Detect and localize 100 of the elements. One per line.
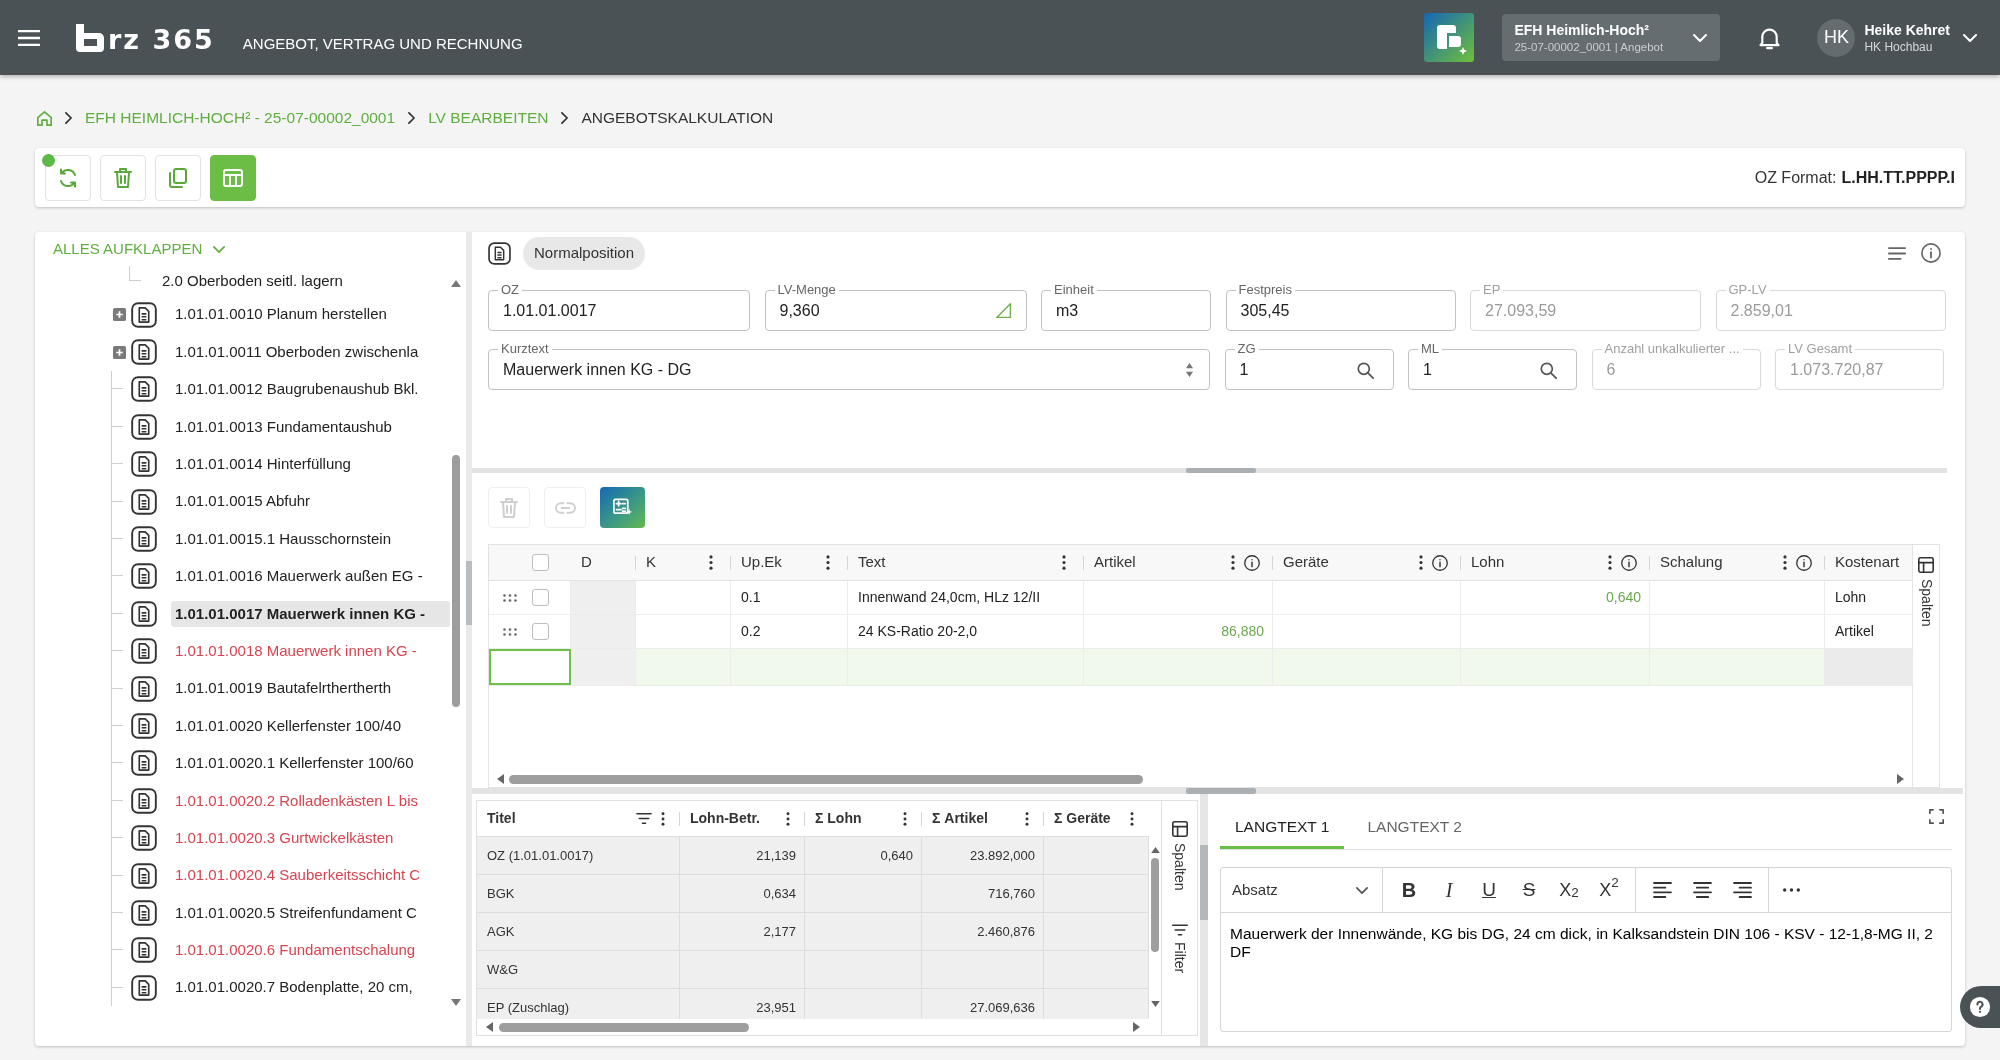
- triangle-icon[interactable]: [995, 303, 1012, 319]
- tab[interactable]: LANGTEXT 1: [1220, 807, 1345, 849]
- column-header[interactable]: Σ Artikel: [932, 808, 988, 829]
- input-field[interactable]: Festpreis 305,45: [1225, 282, 1456, 331]
- column-header[interactable]: D: [581, 551, 592, 574]
- column-header[interactable]: Artikel: [1094, 551, 1136, 574]
- info-icon[interactable]: [1244, 554, 1260, 571]
- resize-handle[interactable]: [1186, 468, 1256, 473]
- scroll-right-icon[interactable]: [1133, 1022, 1140, 1032]
- spinner-arrows-icon[interactable]: [1185, 362, 1194, 378]
- superscript-button[interactable]: X$^{2}$: [1589, 873, 1629, 907]
- kebab-menu-icon[interactable]: [1130, 811, 1134, 826]
- expand-icon[interactable]: [113, 308, 126, 322]
- scroll-up-icon[interactable]: [450, 280, 461, 287]
- input-field[interactable]: ML 1: [1408, 341, 1577, 390]
- search-icon[interactable]: [1356, 361, 1374, 379]
- scrollbar-thumb[interactable]: [451, 455, 460, 707]
- filter-tab[interactable]: Filter: [1169, 924, 1190, 974]
- tab[interactable]: LANGTEXT 2: [1352, 807, 1477, 849]
- expand-icon[interactable]: [113, 345, 126, 359]
- kebab-menu-icon[interactable]: [786, 811, 790, 826]
- scrollbar-thumb[interactable]: [509, 774, 1143, 784]
- tree-item[interactable]: 2.0 Oberboden seitl. lagern: [158, 267, 450, 295]
- kebab-menu-icon[interactable]: [661, 811, 665, 826]
- kebab-menu-icon[interactable]: [903, 811, 907, 826]
- scrollbar-thumb[interactable]: [1151, 858, 1159, 952]
- input-field[interactable]: Kurztext Mauerwerk innen KG - DG: [488, 341, 1210, 390]
- column-header[interactable]: Geräte: [1283, 551, 1329, 574]
- underline-button[interactable]: U: [1469, 873, 1509, 907]
- scrollbar-thumb[interactable]: [499, 1022, 749, 1032]
- tree-item[interactable]: 1.01.01.0010 Planum herstellen: [171, 301, 450, 328]
- kebab-menu-icon[interactable]: [1062, 555, 1066, 570]
- kebab-menu-icon[interactable]: [826, 555, 830, 570]
- resize-handle[interactable]: [1200, 845, 1208, 920]
- checkbox[interactable]: [532, 554, 549, 571]
- tree-item[interactable]: 1.01.01.0012 Baugrubenaushub Bkl.: [171, 376, 450, 403]
- project-dropdown[interactable]: EFH Heimlich-Hoch² 25-07-00002_0001 | Angebot: [1502, 14, 1721, 61]
- tree-item[interactable]: 1.01.01.0020 Kellerfenster 100/40: [171, 712, 450, 740]
- column-header[interactable]: Schalung: [1660, 551, 1723, 574]
- resize-handle[interactable]: [1186, 788, 1256, 794]
- column-header[interactable]: Up.Ek: [741, 551, 782, 574]
- kebab-menu-icon[interactable]: [1419, 555, 1423, 570]
- search-icon[interactable]: [1540, 361, 1557, 379]
- expand-icon[interactable]: [1929, 809, 1944, 824]
- avatar[interactable]: HK: [1817, 18, 1856, 57]
- resize-handle[interactable]: [466, 561, 472, 625]
- tree-item[interactable]: 1.01.01.0017 Mauerwerk innen KG -: [171, 600, 450, 628]
- info-icon[interactable]: [1796, 554, 1812, 571]
- help-button[interactable]: [1960, 986, 2000, 1028]
- input-field[interactable]: Einheit m3: [1041, 282, 1211, 331]
- scroll-left-icon[interactable]: [486, 1022, 493, 1032]
- tree-item[interactable]: 1.01.01.0020.5 Streifenfundament C: [171, 899, 450, 927]
- tree-item[interactable]: 1.01.01.0020.3 Gurtwickelkästen: [171, 824, 450, 852]
- scroll-down-icon[interactable]: [450, 999, 461, 1006]
- column-header[interactable]: Kostenart: [1835, 551, 1900, 574]
- copy-button[interactable]: [155, 154, 201, 201]
- text-editor-field[interactable]: Mauerwerk der Innenwände, KG bis DG, 24 cm dick, in Kalksandstein DIN 106 - KSV - 12-1,8-MG II, 2 DF: [1221, 913, 1951, 1031]
- column-header[interactable]: Titel: [487, 808, 516, 829]
- column-header[interactable]: Lohn: [1471, 551, 1505, 574]
- scroll-left-icon[interactable]: [497, 774, 504, 784]
- block-format-dropdown[interactable]: Absatz: [1221, 868, 1383, 912]
- info-icon[interactable]: [1432, 554, 1448, 571]
- columns-tab[interactable]: Spalten: [1169, 821, 1190, 891]
- tree-item[interactable]: 1.01.01.0020.2 Rolladenkästen L bis: [171, 787, 450, 814]
- strikethrough-button[interactable]: S: [1509, 873, 1549, 907]
- tree-item[interactable]: 1.01.01.0020.7 Bodenplatte, 20 cm,: [171, 974, 450, 1001]
- refresh-button[interactable]: [45, 154, 91, 201]
- kebab-menu-icon[interactable]: [1608, 555, 1612, 570]
- kebab-menu-icon[interactable]: [1231, 555, 1235, 570]
- kebab-menu-icon[interactable]: [1783, 555, 1787, 570]
- italic-button[interactable]: I: [1429, 873, 1469, 907]
- tree-item[interactable]: 1.01.01.0016 Mauerwerk außen EG -: [171, 563, 450, 590]
- info-icon[interactable]: [1921, 243, 1941, 263]
- kebab-menu-icon[interactable]: [709, 555, 713, 570]
- tree-item[interactable]: 1.01.01.0011 Oberboden zwischenla: [171, 338, 450, 366]
- scroll-up-icon[interactable]: [1150, 847, 1160, 853]
- bold-button[interactable]: B: [1389, 873, 1429, 907]
- tree-item[interactable]: 1.01.01.0019 Bautafelrthertherth: [171, 675, 450, 702]
- calculator-button[interactable]: [600, 487, 645, 528]
- input-field[interactable]: ZG 1: [1224, 341, 1394, 390]
- delete-button[interactable]: [100, 154, 146, 201]
- tree-item[interactable]: 1.01.01.0014 Hinterfüllung: [171, 451, 450, 478]
- document-sparkle-icon[interactable]: [1424, 13, 1475, 62]
- subscript-button[interactable]: X$_{2}$: [1549, 873, 1589, 907]
- column-header[interactable]: Text: [858, 551, 886, 574]
- column-header[interactable]: Σ Geräte: [1054, 808, 1111, 829]
- text-lines-icon[interactable]: [1888, 246, 1906, 260]
- filter-icon[interactable]: [636, 813, 652, 824]
- tree-item[interactable]: 1.01.01.0013 Fundamentaushub: [171, 413, 450, 441]
- scroll-down-icon[interactable]: [1150, 1001, 1160, 1007]
- tree-item[interactable]: 1.01.01.0020.1 Kellerfenster 100/60: [171, 750, 450, 777]
- tree-item[interactable]: 1.01.01.0015.1 Hausschornstein: [171, 525, 450, 553]
- tree-item[interactable]: 1.01.01.0020.6 Fundamentschalung: [171, 937, 450, 964]
- tree-item[interactable]: 1.01.01.0015 Abfuhr: [171, 488, 450, 515]
- menu-icon[interactable]: [18, 29, 40, 46]
- input-field[interactable]: OZ 1.01.01.0017: [488, 282, 750, 331]
- column-header[interactable]: K: [646, 551, 656, 574]
- tree-item[interactable]: 1.01.01.0020.4 Sauberkeitsschicht C: [171, 862, 450, 889]
- column-header[interactable]: Lohn-Betr.: [690, 808, 760, 829]
- info-icon[interactable]: [1621, 554, 1637, 571]
